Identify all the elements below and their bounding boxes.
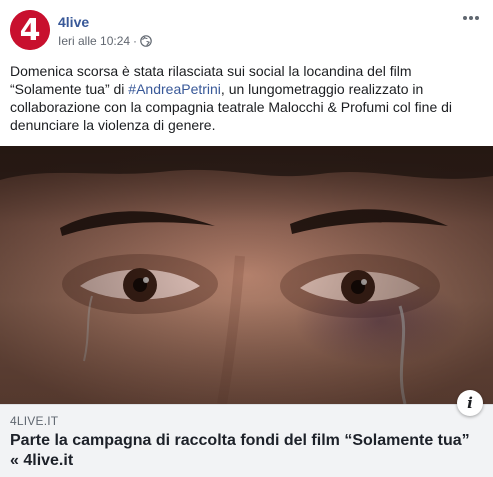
post-header: 4 4live Ieri alle 10:24 · (10, 10, 483, 54)
page-avatar[interactable]: 4 (10, 10, 50, 50)
page-name-link[interactable]: 4live (58, 14, 89, 30)
hashtag-link[interactable]: #AndreaPetrini (128, 81, 221, 97)
info-label: i (467, 394, 473, 412)
more-options-button[interactable] (459, 10, 483, 26)
post-text: Domenica scorsa è stata rilasciata sui s… (10, 62, 480, 134)
post-meta: Ieri alle 10:24 · (58, 34, 152, 48)
post-timestamp[interactable]: Ieri alle 10:24 (58, 34, 130, 48)
avatar-text: 4 (20, 13, 41, 48)
info-icon[interactable]: i (457, 390, 483, 416)
link-title[interactable]: Parte la campagna di raccolta fondi del … (10, 431, 480, 471)
4live-logo: 4 (10, 10, 50, 50)
meta-separator: · (133, 34, 138, 48)
link-preview-card[interactable]: 4LIVE.IT Parte la campagna di raccolta f… (0, 404, 493, 477)
ellipsis-icon (463, 16, 479, 20)
globe-icon[interactable] (140, 35, 152, 47)
link-domain: 4LIVE.IT (10, 414, 59, 428)
facebook-post: 4 4live Ieri alle 10:24 · Domenica scors… (0, 0, 493, 477)
face-closeup-image (0, 146, 493, 404)
post-image[interactable] (0, 146, 493, 404)
